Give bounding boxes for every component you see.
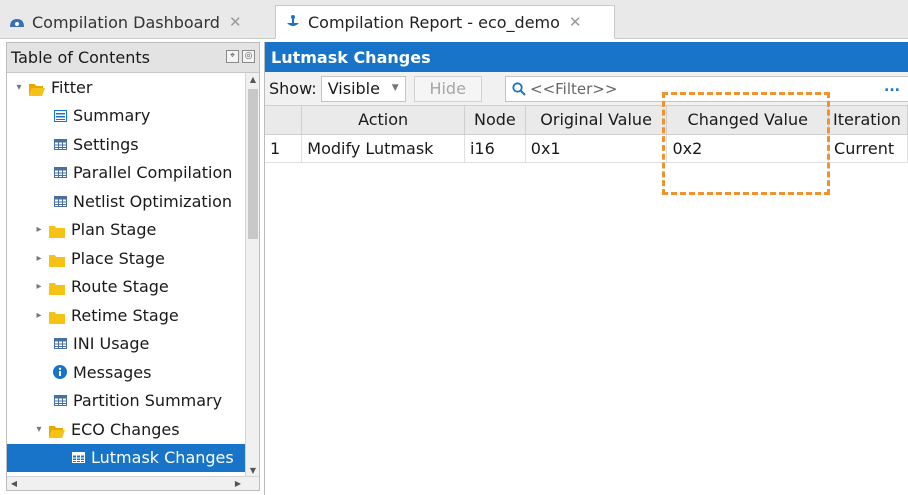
tree-item-label: Retime Stage (71, 305, 179, 325)
table-icon (53, 166, 67, 180)
cell-iteration: Current (828, 134, 908, 163)
expand-arrow-icon[interactable]: ▾ (33, 424, 45, 435)
column-header-action[interactable]: Action (301, 106, 465, 135)
folder-icon (49, 252, 65, 267)
tree-item-label: Lutmask Changes (91, 448, 234, 468)
cell-original-value: 0x1 (525, 134, 668, 163)
show-select[interactable]: Visible ▼ (320, 75, 406, 102)
panel-header: Table of Contents ⌖ ◎ (7, 43, 259, 73)
show-select-value: Visible (327, 79, 380, 98)
column-header-index[interactable] (265, 106, 303, 135)
tab-label: Compilation Report - eco_demo (308, 12, 560, 32)
tree-item-label: Plan Stage (71, 220, 157, 240)
folder-icon (49, 280, 65, 296)
column-header-node[interactable]: Node (464, 106, 526, 135)
tree-item-label: Netlist Optimization (73, 191, 233, 211)
cell-index: 1 (265, 134, 303, 163)
tree-item-label: Settings (73, 134, 139, 154)
table-icon (53, 394, 67, 408)
show-label: Show: (269, 79, 317, 98)
tree-item-label: Summary (73, 106, 151, 126)
panel-title: Table of Contents (11, 48, 150, 67)
tree-item-retime-stage[interactable]: ▸ Retime Stage (7, 301, 245, 330)
cell-changed-value: 0x2 (666, 134, 830, 163)
dashboard-icon (8, 14, 26, 30)
expand-arrow-icon[interactable]: ▸ (33, 281, 45, 292)
scroll-right-icon[interactable]: ▶ (231, 477, 245, 490)
tab-compilation-dashboard[interactable]: Compilation Dashboard ✕ (0, 5, 270, 39)
close-icon[interactable]: ✕ (569, 13, 582, 31)
tree-item-parallel-compilation[interactable]: Parallel Compilation (7, 159, 245, 188)
table-row[interactable]: 1 Modify Lutmask i16 0x1 0x2 Current (265, 134, 908, 163)
column-header-changed-value[interactable]: Changed Value (666, 106, 830, 135)
table-icon (53, 194, 67, 208)
folder-icon (49, 223, 65, 239)
report-title: Lutmask Changes (265, 42, 908, 72)
scrollbar-thumb[interactable] (248, 89, 258, 239)
tree-item-label: ECO Changes (71, 419, 180, 439)
info-icon (53, 365, 67, 380)
report-icon (284, 14, 302, 30)
horizontal-scrollbar[interactable]: ◀ ▶ (7, 476, 259, 490)
tree-item-place-stage[interactable]: ▸ Place Stage (7, 244, 245, 273)
report-panel: Lutmask Changes Show: Visible ▼ Hide <<F… (264, 42, 908, 495)
scroll-left-icon[interactable]: ◀ (7, 477, 21, 490)
expand-arrow-icon[interactable]: ▸ (33, 310, 45, 321)
expand-arrow-icon[interactable]: ▸ (33, 253, 45, 264)
tree-item-summary[interactable]: Summary (7, 102, 245, 131)
tree-item-settings[interactable]: Settings (7, 130, 245, 159)
filter-input[interactable]: <<Filter>> ... (505, 76, 908, 102)
tab-label: Compilation Dashboard (32, 12, 220, 32)
tab-bar: Compilation Dashboard ✕ Compilation Repo… (0, 0, 908, 39)
tree-item-label: Fitter (51, 77, 93, 97)
hide-button[interactable]: Hide (413, 75, 482, 102)
folder-open-icon (49, 423, 65, 438)
expand-arrow-icon[interactable]: ▾ (13, 82, 25, 93)
table-icon (53, 337, 67, 351)
tree-item-partition-summary[interactable]: Partition Summary (7, 387, 245, 416)
chevron-down-icon: ▼ (391, 82, 399, 93)
vertical-scrollbar[interactable]: ▲ ▼ (245, 73, 259, 478)
tab-compilation-report[interactable]: Compilation Report - eco_demo ✕ (275, 5, 615, 39)
more-options-button[interactable]: ... (884, 79, 900, 95)
tree-item-label: Parallel Compilation (73, 163, 233, 183)
folder-open-icon (29, 81, 45, 96)
tree-item-fitter[interactable]: ▾ Fitter (7, 73, 245, 102)
table-header-row: Action Node Original Value Changed Value… (265, 106, 908, 135)
scroll-up-icon[interactable]: ▲ (246, 73, 260, 87)
toc-tree: ▾ Fitter Summary Settings Parallel Compi… (7, 73, 245, 478)
tree-item-lutmask-changes[interactable]: Lutmask Changes (7, 443, 245, 472)
close-icon[interactable]: ✕ (229, 13, 242, 31)
folder-icon (49, 309, 65, 324)
float-icon[interactable]: ◎ (242, 50, 255, 63)
table-icon (53, 137, 67, 151)
column-header-original-value[interactable]: Original Value (525, 106, 668, 135)
pin-icon[interactable]: ⌖ (226, 50, 239, 63)
tree-item-label: Place Stage (71, 248, 165, 268)
summary-icon (53, 109, 67, 123)
tree-item-label: Partition Summary (73, 391, 223, 411)
tree-item-messages[interactable]: Messages (7, 358, 245, 387)
column-header-iteration[interactable]: Iteration (828, 106, 908, 135)
tree-item-eco-changes[interactable]: ▾ ECO Changes (7, 415, 245, 444)
filter-placeholder: <<Filter>> (530, 80, 618, 98)
tree-item-label: Messages (73, 362, 152, 382)
tree-item-netlist-optimization[interactable]: Netlist Optimization (7, 187, 245, 216)
expand-arrow-icon[interactable]: ▸ (33, 224, 45, 235)
search-icon (512, 82, 526, 96)
tree-item-label: Route Stage (71, 277, 169, 297)
cell-action: Modify Lutmask (301, 134, 465, 163)
table-of-contents-panel: Table of Contents ⌖ ◎ ▾ Fitter Summary S… (6, 42, 260, 491)
lutmask-table: Action Node Original Value Changed Value… (265, 106, 908, 163)
report-toolbar: Show: Visible ▼ Hide <<Filter>> ... (265, 72, 908, 106)
tree-item-route-stage[interactable]: ▸ Route Stage (7, 273, 245, 302)
tree-item-plan-stage[interactable]: ▸ Plan Stage (7, 216, 245, 245)
tree-item-label: INI Usage (73, 334, 150, 354)
cell-node: i16 (464, 134, 526, 163)
tree-item-ini-usage[interactable]: INI Usage (7, 330, 245, 359)
table-icon (71, 451, 85, 465)
